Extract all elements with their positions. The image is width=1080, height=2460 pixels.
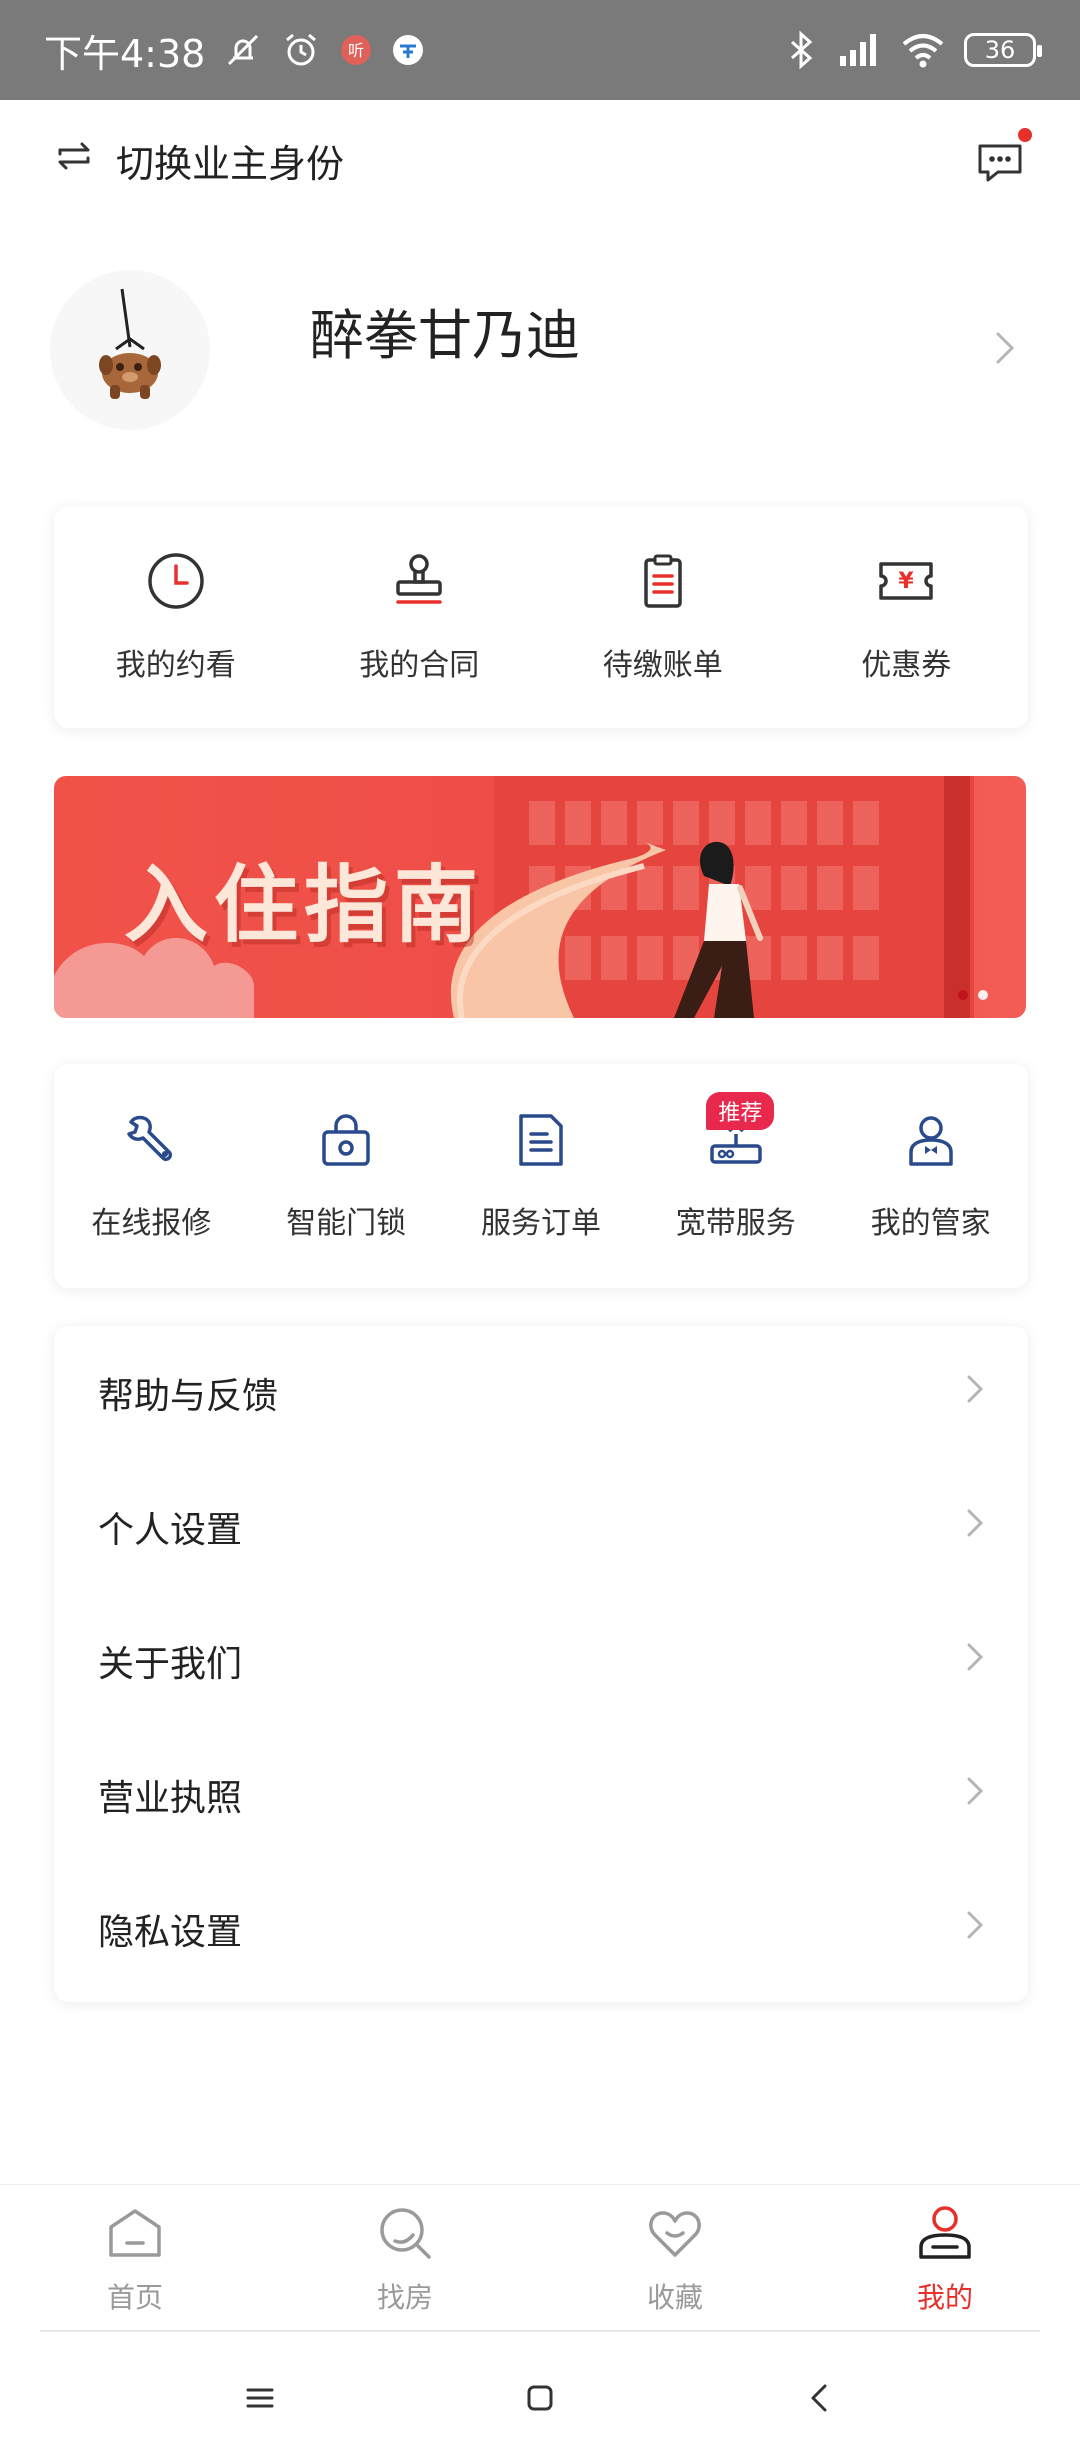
menu-item-label: 营业执照 (98, 1778, 243, 1819)
wrench-icon (121, 1110, 181, 1178)
menu-item-label: 个人设置 (98, 1510, 243, 1551)
mute-icon (223, 30, 263, 70)
recommend-badge: 推荐 (706, 1092, 775, 1130)
status-bar: 下午4:38 听 36 (0, 0, 1080, 100)
menu-item-privacy-settings[interactable]: 隐私设置 (54, 1862, 1028, 1996)
chevron-right-icon (962, 1905, 988, 1954)
menu-item-help-feedback[interactable]: 帮助与反馈 (54, 1326, 1028, 1460)
carousel-dot (978, 990, 988, 1000)
message-icon (970, 144, 1030, 194)
quick-item-contracts[interactable]: 我的合同 (298, 506, 542, 728)
switch-icon (52, 134, 96, 187)
status-right: 36 (784, 30, 1042, 70)
chevron-right-icon (990, 326, 1020, 374)
quick-item-label: 我的合同 (359, 648, 480, 683)
menu-item-label: 帮助与反馈 (98, 1376, 279, 1417)
chevron-right-icon (962, 1503, 988, 1552)
quick-item-label: 我的约看 (115, 648, 236, 683)
signal-icon (836, 30, 882, 70)
service-item-smart-lock[interactable]: 智能门锁 (249, 1064, 444, 1288)
status-left: 下午4:38 听 (44, 23, 425, 78)
quick-actions-card: 我的约看 我的合同 待缴账单 ¥ 优惠券 (54, 506, 1028, 728)
document-icon (511, 1110, 571, 1178)
system-navigation-bar (0, 2340, 1080, 2460)
alarm-icon (281, 30, 321, 70)
tab-mine[interactable]: 我的 (810, 2185, 1080, 2334)
avatar-illustration (99, 288, 161, 399)
svg-text:¥: ¥ (899, 569, 915, 594)
settings-menu-card: 帮助与反馈 个人设置 关于我们 营业执照 隐私设置 (54, 1326, 1028, 2002)
bottom-tab-bar: 首页 找房 收藏 我的 (0, 2184, 1080, 2334)
service-item-repair[interactable]: 在线报修 (54, 1064, 249, 1288)
unread-dot (1016, 126, 1034, 144)
coupon-icon: ¥ (875, 550, 937, 620)
banner-title: 入住指南 (124, 856, 485, 954)
butler-icon (901, 1110, 961, 1178)
chevron-right-icon (962, 1771, 988, 1820)
heart-icon (645, 2203, 705, 2270)
service-item-butler[interactable]: 我的管家 (833, 1064, 1028, 1288)
battery-indicator: 36 (964, 33, 1042, 67)
quick-item-appointments[interactable]: 我的约看 (54, 506, 298, 728)
chevron-right-icon (962, 1369, 988, 1418)
carousel-indicators (958, 990, 988, 1000)
banner-carousel[interactable]: 入住指南 (54, 776, 1026, 1018)
tab-label: 我的 (916, 2281, 973, 2314)
clipboard-icon (632, 550, 694, 620)
lock-icon (316, 1110, 376, 1178)
service-item-orders[interactable]: 服务订单 (444, 1064, 639, 1288)
messages-button[interactable] (970, 126, 1034, 190)
quick-item-coupons[interactable]: ¥ 优惠券 (785, 506, 1029, 728)
service-item-broadband[interactable]: 推荐 宽带服务 (638, 1064, 833, 1288)
tab-label: 收藏 (646, 2281, 703, 2314)
quick-item-bills[interactable]: 待缴账单 (541, 506, 785, 728)
user-icon (915, 2203, 975, 2270)
service-item-label: 智能门锁 (286, 1206, 407, 1241)
status-time: 下午4:38 (44, 31, 206, 76)
menu-item-personal-settings[interactable]: 个人设置 (54, 1460, 1028, 1594)
menu-icon[interactable] (240, 2378, 280, 2422)
bluetooth-icon (784, 30, 818, 70)
stamp-icon (388, 550, 450, 620)
profile-name: 醉拳甘乃迪 (310, 303, 580, 367)
divider (40, 2330, 1040, 2332)
back-icon[interactable] (800, 2378, 840, 2422)
home-icon (105, 2203, 165, 2270)
svg-text:听: 听 (348, 41, 364, 60)
service-item-label: 我的管家 (870, 1206, 991, 1241)
switch-identity-label: 切换业主身份 (116, 141, 345, 186)
carousel-dot-active (958, 990, 968, 1000)
carrier-icon (391, 33, 425, 67)
avatar[interactable] (50, 270, 210, 430)
tab-favorites[interactable]: 收藏 (540, 2185, 810, 2334)
home-button-icon[interactable] (520, 2378, 560, 2422)
switch-identity-button[interactable]: 切换业主身份 (52, 133, 344, 188)
services-card: 在线报修 智能门锁 服务订单 推荐 宽带服务 我的管家 (54, 1064, 1028, 1288)
tab-label: 找房 (376, 2281, 433, 2314)
clock-icon (145, 550, 207, 620)
menu-item-label: 关于我们 (98, 1644, 243, 1685)
battery-level: 36 (984, 36, 1016, 64)
quick-item-label: 待缴账单 (602, 648, 723, 683)
menu-item-business-license[interactable]: 营业执照 (54, 1728, 1028, 1862)
menu-item-label: 隐私设置 (98, 1912, 243, 1953)
menu-item-about-us[interactable]: 关于我们 (54, 1594, 1028, 1728)
service-item-label: 宽带服务 (675, 1206, 796, 1241)
top-bar: 切换业主身份 (0, 100, 1080, 220)
chevron-right-icon (962, 1637, 988, 1686)
tab-find-house[interactable]: 找房 (270, 2185, 540, 2334)
quick-item-label: 优惠券 (861, 648, 952, 683)
service-item-label: 服务订单 (480, 1206, 601, 1241)
tab-home[interactable]: 首页 (0, 2185, 270, 2334)
service-item-label: 在线报修 (91, 1206, 212, 1241)
wifi-icon (900, 30, 946, 70)
search-icon (375, 2203, 435, 2270)
tab-label: 首页 (106, 2281, 163, 2314)
app-notification-icon: 听 (339, 33, 373, 67)
profile-row[interactable]: 醉拳甘乃迪 (50, 250, 1030, 450)
